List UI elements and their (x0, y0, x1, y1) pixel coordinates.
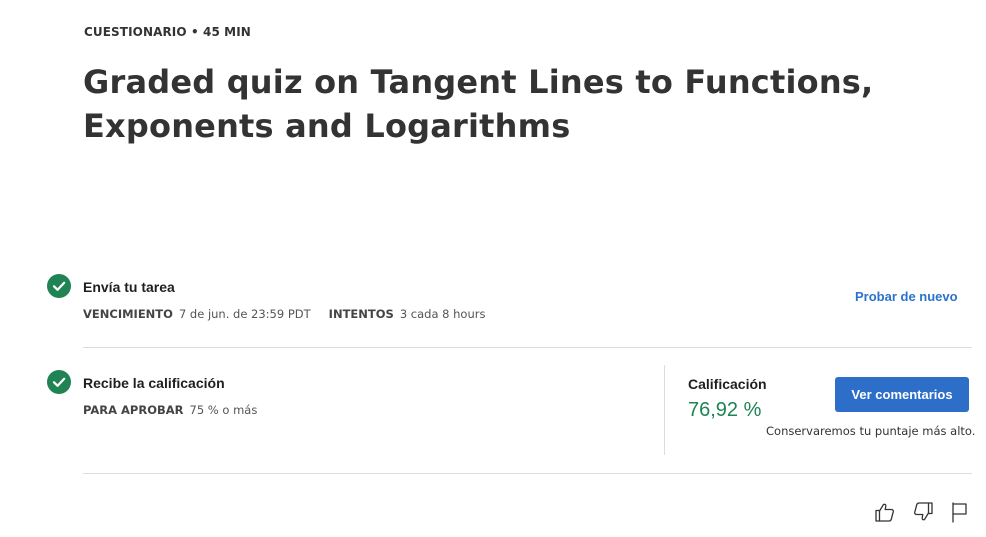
view-feedback-button[interactable]: Ver comentarios (835, 377, 969, 412)
check-circle-icon (47, 370, 71, 394)
grade-value: 76,92 % (688, 399, 762, 421)
page-title: Graded quiz on Tangent Lines to Function… (83, 63, 874, 145)
attempts-label: INTENTOS (328, 307, 394, 321)
vertical-divider (664, 365, 665, 455)
grade-step-meta: PARA APROBAR 75 % o más (83, 403, 257, 417)
pass-value: 75 % o más (189, 403, 258, 417)
highest-score-note: Conservaremos tu puntaje más alto. (766, 424, 976, 438)
check-circle-icon (47, 274, 71, 298)
attempts-value: 3 cada 8 hours (399, 307, 486, 321)
thumbs-up-icon[interactable] (873, 500, 897, 524)
submit-step-title: Envía tu tarea (83, 279, 175, 295)
retry-link[interactable]: Probar de nuevo (855, 289, 958, 304)
item-type-duration: CUESTIONARIO • 45 MIN (84, 25, 251, 39)
divider (83, 347, 972, 348)
due-label: VENCIMIENTO (83, 307, 173, 321)
grade-step-title: Recibe la calificación (83, 375, 225, 391)
submit-step-meta: VENCIMIENTO 7 de jun. de 23:59 PDT INTENTO… (83, 307, 485, 321)
thumbs-down-icon[interactable] (911, 500, 935, 524)
grade-label: Calificación (688, 376, 767, 392)
flag-icon[interactable] (948, 500, 972, 524)
due-value: 7 de jun. de 23:59 PDT (178, 307, 311, 321)
divider (83, 473, 972, 474)
pass-label: PARA APROBAR (83, 403, 184, 417)
